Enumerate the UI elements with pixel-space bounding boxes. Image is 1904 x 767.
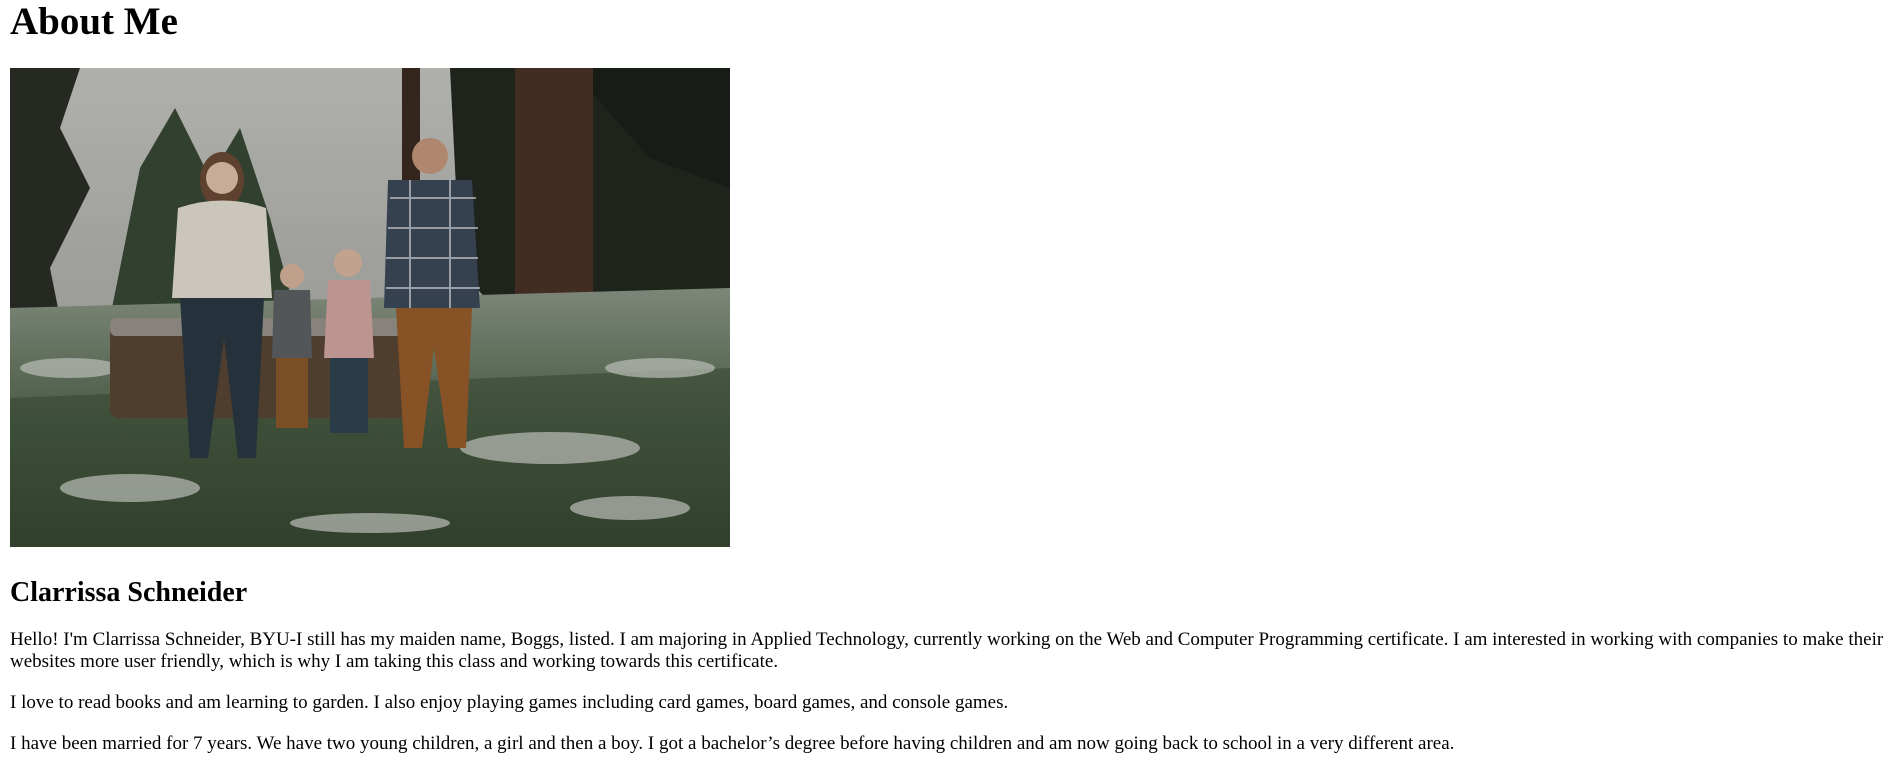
bio-paragraph-hobbies: I love to read books and am learning to …	[10, 692, 1009, 713]
person-name: Clarrissa Schneider	[10, 577, 248, 608]
bio-paragraph-family: I have been married for 7 years. We have…	[10, 733, 1455, 754]
bio-paragraph-intro: Hello! I'm Clarrissa Schneider, BYU-I st…	[10, 629, 1884, 672]
family-photo	[10, 68, 730, 547]
about-page: About Me Clarrissa Schneider Hello! I'm …	[0, 0, 1904, 755]
page-title: About Me	[10, 0, 178, 43]
